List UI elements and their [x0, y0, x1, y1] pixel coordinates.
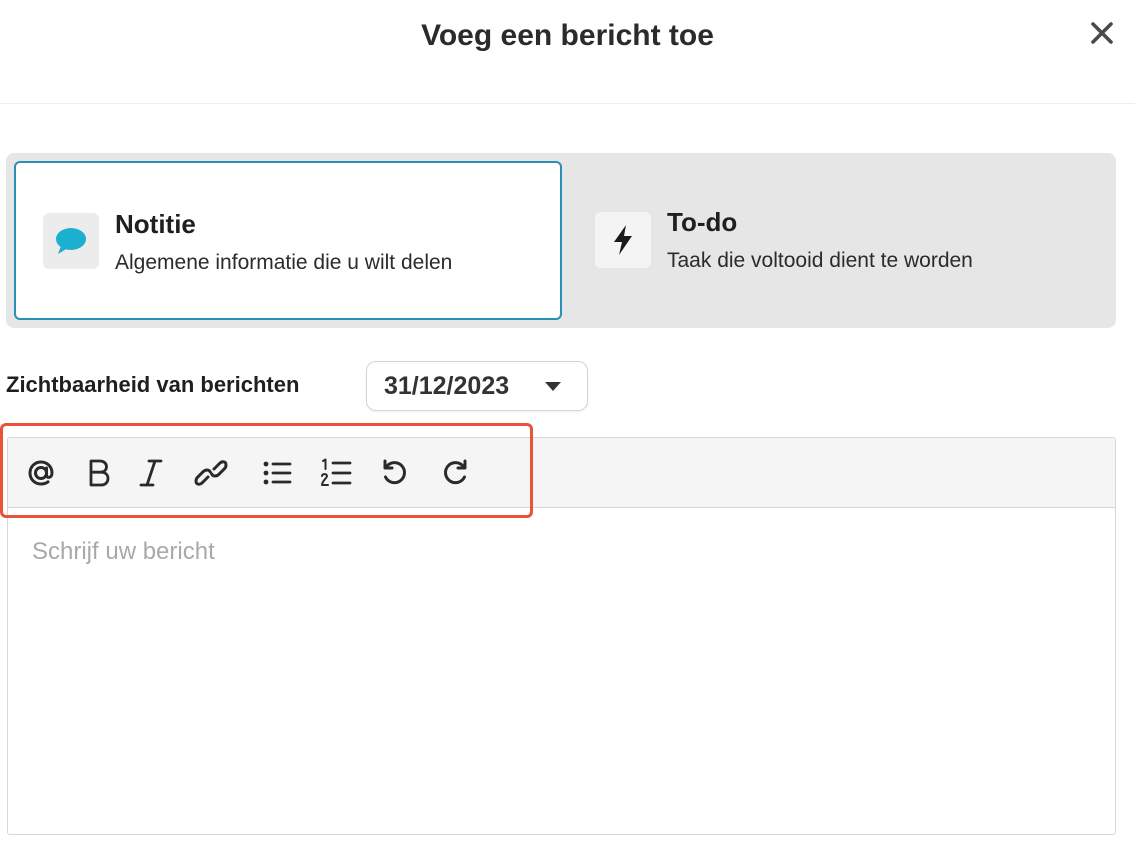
type-label: Notitie: [115, 209, 196, 239]
bullet-list-button[interactable]: [258, 454, 296, 492]
link-button[interactable]: [192, 454, 230, 492]
type-label: To-do: [667, 207, 738, 237]
type-icon-box: [595, 212, 651, 268]
editor-toolbar: [8, 438, 1115, 508]
visibility-date-dropdown[interactable]: 31/12/2023: [366, 361, 588, 411]
speech-bubble-icon: [56, 228, 86, 254]
type-description: Taak die voltooid dient te worden: [667, 249, 973, 272]
numbered-list-icon: [321, 458, 352, 486]
message-textarea[interactable]: [8, 510, 1115, 834]
message-type-selector: Notitie Algemene informatie die u wilt d…: [6, 153, 1116, 328]
mention-button[interactable]: [22, 454, 60, 492]
numbered-list-button[interactable]: [317, 454, 355, 492]
type-icon-box: [43, 213, 99, 269]
bold-icon: [89, 459, 110, 487]
undo-button[interactable]: [376, 454, 414, 492]
message-editor: [7, 437, 1116, 835]
bullet-list-icon: [263, 461, 292, 485]
type-description: Algemene informatie die u wilt delen: [115, 251, 453, 274]
redo-icon: [444, 459, 467, 485]
redo-button[interactable]: [436, 454, 474, 492]
dialog-title: Voeg een bericht toe: [421, 19, 714, 52]
at-sign-icon: [28, 460, 54, 486]
caret-down-icon: [545, 382, 561, 391]
visibility-label: Zichtbaarheid van berichten: [6, 372, 300, 397]
dialog-header: Voeg een bericht toe: [0, 0, 1135, 104]
italic-icon: [139, 459, 163, 487]
type-option-notitie[interactable]: Notitie Algemene informatie die u wilt d…: [14, 161, 562, 320]
lightning-bolt-icon: [614, 225, 632, 255]
date-value: 31/12/2023: [384, 372, 510, 400]
italic-button[interactable]: [132, 454, 170, 492]
close-button[interactable]: [1087, 18, 1117, 48]
bold-button[interactable]: [80, 454, 118, 492]
link-icon: [194, 460, 228, 486]
close-icon: [1091, 22, 1113, 44]
undo-icon: [383, 459, 406, 485]
type-option-todo[interactable]: To-do Taak die voltooid dient te worden: [581, 161, 1101, 320]
